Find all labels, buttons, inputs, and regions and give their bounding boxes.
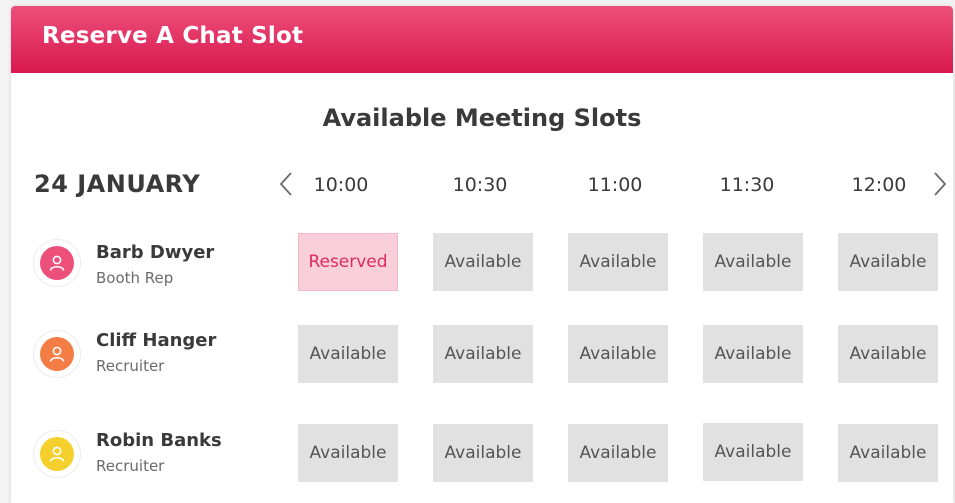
slot-available[interactable]: Available (298, 325, 398, 383)
person-role: Recruiter (96, 357, 165, 375)
time-label: 12:00 (851, 174, 907, 196)
time-label: 11:30 (719, 174, 775, 196)
person-name: Cliff Hanger (96, 330, 217, 351)
avatar (33, 430, 81, 478)
person-name: Robin Banks (96, 430, 222, 451)
avatar-circle (40, 337, 74, 371)
chevron-right-icon (934, 172, 947, 196)
time-label: 10:30 (452, 174, 508, 196)
slot-available[interactable]: Available (838, 233, 938, 291)
person-row-robin-banks: Robin Banks Recruiter Available Availabl… (11, 423, 953, 484)
time-label: 11:00 (587, 174, 643, 196)
slot-reserved[interactable]: Reserved (298, 233, 398, 291)
slot-available[interactable]: Available (568, 233, 668, 291)
slot-available[interactable]: Available (433, 233, 533, 291)
slot-available[interactable]: Available (298, 424, 398, 482)
reserve-chat-card: Reserve A Chat Slot Available Meeting Sl… (11, 6, 953, 503)
slot-available[interactable]: Available (703, 423, 803, 481)
card-header: Reserve A Chat Slot (11, 6, 953, 73)
person-row-barb-dwyer: Barb Dwyer Booth Rep Reserved Available … (11, 233, 953, 293)
user-icon (49, 446, 65, 462)
person-name: Barb Dwyer (96, 242, 215, 263)
avatar (33, 330, 81, 378)
user-icon (49, 346, 65, 362)
slot-available[interactable]: Available (703, 325, 803, 383)
time-label: 10:00 (313, 174, 369, 196)
slot-available[interactable]: Available (703, 233, 803, 291)
slot-available[interactable]: Available (433, 325, 533, 383)
time-header-row: 10:00 10:30 11:00 11:30 12:00 (11, 174, 953, 202)
slot-available[interactable]: Available (838, 325, 938, 383)
header-title: Reserve A Chat Slot (42, 23, 304, 49)
person-row-cliff-hanger: Cliff Hanger Recruiter Available Availab… (11, 325, 953, 385)
next-time-button[interactable] (929, 168, 951, 200)
person-role: Recruiter (96, 457, 165, 475)
avatar-circle (40, 437, 74, 471)
person-role: Booth Rep (96, 269, 174, 287)
slot-available[interactable]: Available (568, 325, 668, 383)
slot-available[interactable]: Available (838, 424, 938, 482)
avatar (33, 239, 81, 287)
user-icon (49, 255, 65, 271)
section-title: Available Meeting Slots (322, 104, 642, 132)
slot-available[interactable]: Available (568, 424, 668, 482)
slot-available[interactable]: Available (433, 424, 533, 482)
avatar-circle (40, 246, 74, 280)
